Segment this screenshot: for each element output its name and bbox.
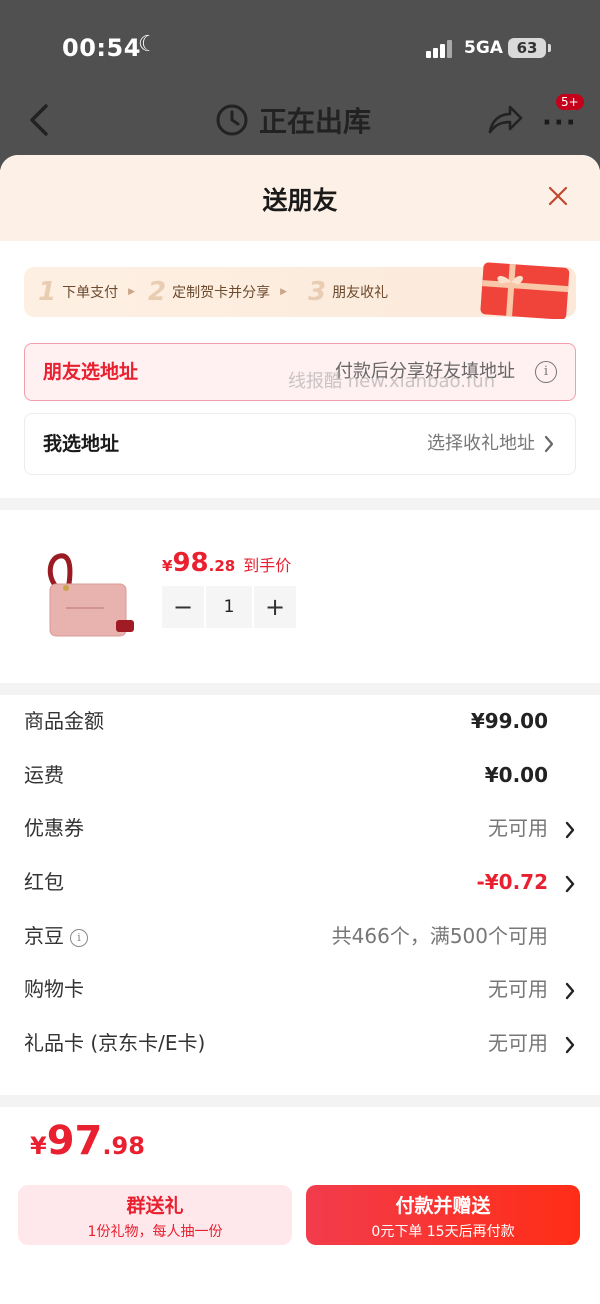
section-divider xyxy=(0,1095,600,1107)
chevron-right-icon xyxy=(544,435,554,453)
step-number: 1 xyxy=(38,277,57,307)
fee-row-red-packet[interactable]: 红包 -¥0.72 xyxy=(0,856,600,910)
step-number: 3 xyxy=(308,277,327,307)
group-gift-button[interactable]: 群送礼 1份礼物，每人抽一份 xyxy=(18,1185,292,1245)
more-menu-icon[interactable]: ··· xyxy=(542,108,578,138)
back-arrow-icon[interactable] xyxy=(22,100,58,140)
total-decimal: .98 xyxy=(102,1132,145,1160)
watermark: 线报酷 new.xianbao.fun xyxy=(288,371,496,392)
fee-row-goods-amount: 商品金额 ¥99.00 xyxy=(0,695,600,749)
sheet-header: 送朋友 xyxy=(0,155,600,241)
total-price: ¥ 97 .98 xyxy=(30,1118,145,1164)
info-icon[interactable]: i xyxy=(535,361,557,383)
status-time: 00:54 xyxy=(62,34,141,62)
fee-label: 商品金额 xyxy=(24,709,104,733)
message-badge: 5+ xyxy=(556,94,584,110)
clock-icon xyxy=(216,104,248,136)
chevron-right-icon xyxy=(565,875,575,893)
fee-value: ¥0.00 xyxy=(484,762,548,787)
product-price: ¥ 98 .28 到手价 xyxy=(162,548,291,578)
send-to-friend-sheet: 送朋友 1 下单支付 ▶ 2 定制贺卡并分享 ▶ 3 朋友收礼 朋友选地址 付款… xyxy=(0,155,600,1304)
chevron-right-icon xyxy=(565,1036,575,1054)
quantity-stepper: − 1 + xyxy=(162,586,296,628)
my-address-label: 我选地址 xyxy=(43,433,120,455)
background-page-header: 00:54 ☾ 5GA 63 正在出库 ··· 5+ xyxy=(0,0,600,170)
chevron-right-icon xyxy=(565,822,575,839)
price-tag: 到手价 xyxy=(243,556,292,575)
fee-value: 无可用 xyxy=(488,977,548,1002)
decrease-button[interactable]: − xyxy=(162,586,204,628)
product-item: ¥ 98 .28 到手价 − 1 + xyxy=(0,512,600,682)
increase-button[interactable]: + xyxy=(254,586,296,628)
step-label: 定制贺卡并分享 xyxy=(172,285,271,301)
step-1: 1 下单支付 ▶ xyxy=(38,267,135,317)
step-label: 朋友收礼 xyxy=(332,285,389,301)
fee-value: ¥99.00 xyxy=(470,709,548,733)
close-icon[interactable] xyxy=(545,183,571,209)
fee-label: 红包 xyxy=(24,870,64,895)
nav-bar: 正在出库 ··· 5+ xyxy=(0,90,600,154)
share-icon[interactable] xyxy=(486,102,524,136)
fee-label: 运费 xyxy=(24,762,64,787)
fee-value: -¥0.72 xyxy=(476,870,548,895)
step-2: 2 定制贺卡并分享 ▶ xyxy=(148,267,287,317)
fee-value: 无可用 xyxy=(488,1031,548,1056)
fee-row-shipping: 运费 ¥0.00 xyxy=(0,749,600,803)
fee-row-coupon[interactable]: 优惠券 无可用 xyxy=(0,802,600,856)
currency-symbol: ¥ xyxy=(30,1132,47,1160)
section-divider xyxy=(0,498,600,510)
my-address-option[interactable]: 我选地址 选择收礼地址 xyxy=(24,413,576,475)
my-address-hint: 选择收礼地址 xyxy=(427,433,535,454)
network-label: 5GA xyxy=(464,38,503,58)
fee-row-shopping-card[interactable]: 购物卡 无可用 xyxy=(0,963,600,1017)
section-divider xyxy=(0,683,600,695)
step-arrow-icon: ▶ xyxy=(128,287,136,297)
moon-icon: ☾ xyxy=(138,32,158,57)
quantity-value[interactable]: 1 xyxy=(206,586,252,628)
fee-row-gift-card[interactable]: 礼品卡 (京东卡/E卡) 无可用 xyxy=(0,1017,600,1071)
fee-row-jingdou: 京豆 i 共466个，满500个可用 xyxy=(0,910,600,964)
nav-title-group: 正在出库 xyxy=(215,100,371,140)
pay-and-gift-label: 付款并赠送 xyxy=(395,1195,491,1217)
total-integer: 97 xyxy=(46,1118,103,1164)
product-image[interactable] xyxy=(42,550,138,640)
step-label: 下单支付 xyxy=(62,285,119,301)
sheet-title: 送朋友 xyxy=(262,186,338,215)
pay-and-gift-sublabel: 0元下单 15天后再付款 xyxy=(371,1224,515,1240)
fee-list: 商品金额 ¥99.00 运费 ¥0.00 优惠券 无可用 红包 -¥0.72 京… xyxy=(0,695,600,1071)
page-title: 正在出库 xyxy=(259,105,372,138)
fee-label: 礼品卡 (京东卡/E卡) xyxy=(24,1031,206,1056)
fee-label: 购物卡 xyxy=(24,977,84,1002)
chevron-right-icon xyxy=(565,983,575,1000)
gift-box-icon xyxy=(480,262,570,319)
step-arrow-icon: ▶ xyxy=(280,287,288,297)
currency-symbol: ¥ xyxy=(162,557,173,575)
step-3: 3 朋友收礼 xyxy=(308,267,388,317)
price-decimal: .28 xyxy=(208,557,236,575)
price-integer: 98 xyxy=(172,548,209,578)
info-icon[interactable]: i xyxy=(70,928,88,947)
fee-value: 无可用 xyxy=(488,816,548,841)
status-bar: 00:54 ☾ 5GA 63 xyxy=(0,30,600,70)
signal-icon xyxy=(426,40,456,58)
group-gift-label: 群送礼 xyxy=(126,1195,184,1217)
group-gift-sublabel: 1份礼物，每人抽一份 xyxy=(87,1224,223,1240)
step-number: 2 xyxy=(148,277,167,307)
fee-label: 优惠券 xyxy=(24,816,84,841)
pay-and-gift-button[interactable]: 付款并赠送 0元下单 15天后再付款 xyxy=(306,1185,580,1245)
fee-value: 共466个，满500个可用 xyxy=(331,923,548,948)
fee-label-group: 京豆 i xyxy=(24,910,88,963)
fee-label: 京豆 xyxy=(24,923,64,948)
friend-address-label: 朋友选地址 xyxy=(43,361,139,383)
battery-icon: 63 xyxy=(508,38,551,58)
